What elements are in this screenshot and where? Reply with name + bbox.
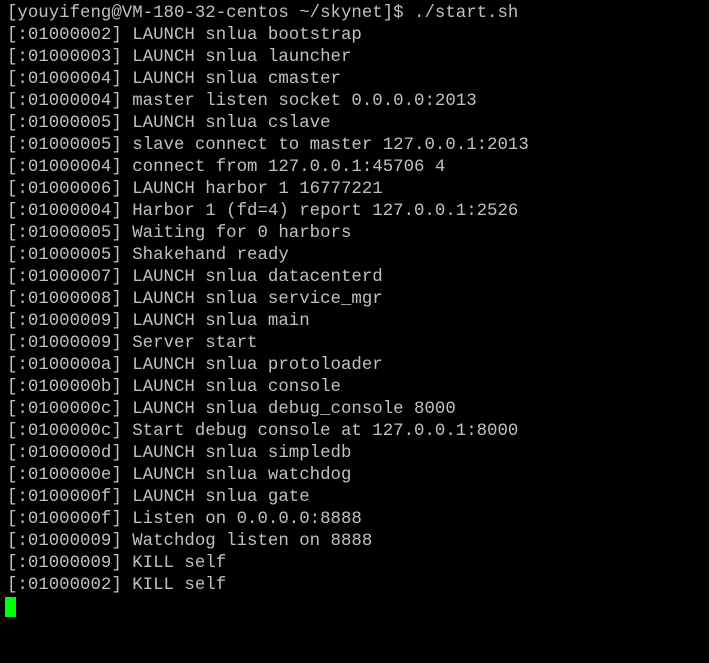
log-line: [:0100000c] LAUNCH snlua debug_console 8… — [7, 400, 456, 419]
log-line: [:0100000c] Start debug console at 127.0… — [7, 422, 519, 441]
log-line: [:0100000a] LAUNCH snlua protoloader — [7, 356, 383, 375]
log-line: [:01000009] Watchdog listen on 8888 — [7, 532, 373, 551]
command-prompt-line: [youyifeng@VM-180-32-centos ~/skynet]$ .… — [7, 4, 519, 23]
log-line: [:0100000d] LAUNCH snlua simpledb — [7, 444, 352, 463]
log-line: [:01000005] LAUNCH snlua cslave — [7, 114, 331, 133]
log-line: [:0100000f] LAUNCH snlua gate — [7, 488, 310, 507]
log-line: [:01000005] Shakehand ready — [7, 246, 289, 265]
terminal-cursor — [5, 597, 16, 617]
log-line: [:01000009] Server start — [7, 334, 258, 353]
log-line: [:01000004] master listen socket 0.0.0.0… — [7, 92, 477, 111]
log-line: [:01000002] LAUNCH snlua bootstrap — [7, 26, 362, 45]
log-line: [:0100000b] LAUNCH snlua console — [7, 378, 341, 397]
log-line: [:0100000e] LAUNCH snlua watchdog — [7, 466, 352, 485]
log-line: [:0100000f] Listen on 0.0.0.0:8888 — [7, 510, 362, 529]
log-line: [:01000005] slave connect to master 127.… — [7, 136, 529, 155]
log-line: [:01000005] Waiting for 0 harbors — [7, 224, 352, 243]
log-line: [:01000004] connect from 127.0.0.1:45706… — [7, 158, 446, 177]
terminal-window[interactable]: [youyifeng@VM-180-32-centos ~/skynet]$ .… — [0, 0, 709, 663]
log-line: [:01000009] LAUNCH snlua main — [7, 312, 310, 331]
log-line: [:01000009] KILL self — [7, 554, 227, 573]
log-line: [:01000006] LAUNCH harbor 1 16777221 — [7, 180, 383, 199]
log-line: [:01000004] Harbor 1 (fd=4) report 127.0… — [7, 202, 519, 221]
log-line: [:01000003] LAUNCH snlua launcher — [7, 48, 352, 67]
log-line: [:01000002] KILL self — [7, 576, 227, 595]
log-line: [:01000008] LAUNCH snlua service_mgr — [7, 290, 383, 309]
log-line: [:01000007] LAUNCH snlua datacenterd — [7, 268, 383, 287]
terminal-output: [youyifeng@VM-180-32-centos ~/skynet]$ .… — [7, 3, 529, 597]
log-line: [:01000004] LAUNCH snlua cmaster — [7, 70, 341, 89]
